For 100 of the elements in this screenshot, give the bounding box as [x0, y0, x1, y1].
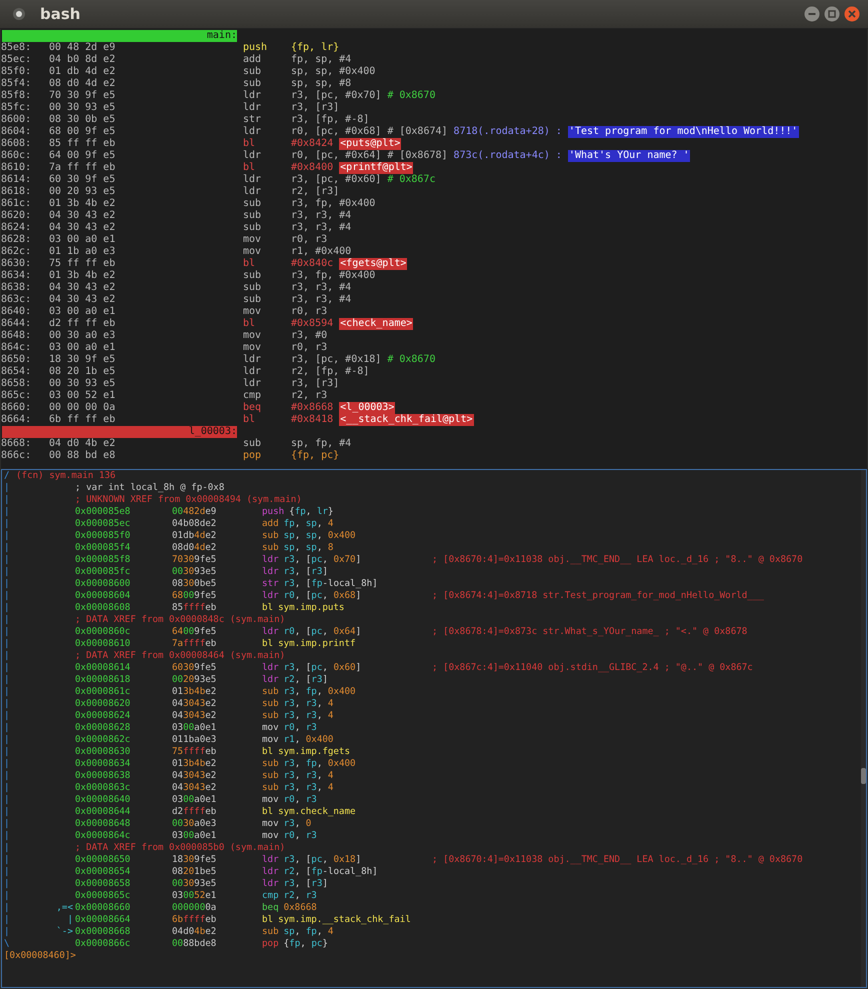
hex-bytes: 002093e5: [172, 674, 218, 686]
operands: #0x8668: [291, 402, 334, 414]
mnemonic: mov: [243, 306, 262, 318]
address-text: 0x00008644: [75, 806, 132, 818]
hex-bytes: 03 00 a0 e1: [49, 234, 116, 246]
operands: r0, [pc, #0x64] # [0x8678]: [291, 150, 448, 162]
jump-arrow: ,=<: [56, 902, 73, 914]
mnemonic: str: [262, 578, 279, 590]
hex-bytes: 04b08de2: [172, 518, 218, 530]
address-text: 862c:: [1, 246, 32, 258]
mnemonic: sub: [262, 758, 279, 770]
mnemonic: sub: [262, 686, 279, 698]
operands: fp, sp, 4: [284, 518, 334, 530]
hex-bytes: 003093e5: [172, 566, 218, 578]
address-text: 0x000085fc: [75, 566, 132, 578]
mnemonic: sub: [243, 66, 262, 78]
address-text: 0x00008614: [75, 662, 132, 674]
hex-bytes: 70 30 9f e5: [49, 90, 116, 102]
comment: ; [0x8670:4]=0x11038 obj.__TMC_END__ LEA loc._d_16 ; "8.." @ 0x8670: [432, 854, 803, 866]
mnemonic: sub: [243, 78, 262, 90]
address-text: 8618:: [1, 186, 32, 198]
hex-bytes: 7affffeb: [172, 638, 218, 650]
operands: r3, [r3]: [291, 102, 340, 114]
terminal-icon: [12, 7, 26, 21]
gutter-line: |: [3, 602, 11, 614]
mnemonic: bl: [243, 258, 256, 270]
mnemonic: bl: [262, 746, 274, 758]
operands: r2, r3: [284, 890, 317, 902]
address-text: 0x0000863c: [75, 782, 132, 794]
gutter-line: |: [3, 614, 11, 626]
address-text: 85f0:: [1, 66, 32, 78]
operands: r0, r3: [291, 306, 328, 318]
mnemonic: ldr: [262, 662, 279, 674]
hex-bytes: 04 b0 8d e2: [49, 54, 116, 66]
gutter-line: |: [3, 830, 11, 842]
operands: #0x8594: [291, 318, 334, 330]
mnemonic: sub: [262, 530, 279, 542]
address-text: 0x0000860c: [75, 626, 132, 638]
operands: r3, [fp, #-8]: [291, 114, 370, 126]
operands: r3, [r3]: [284, 878, 328, 890]
hex-bytes: 03 00 52 e1: [49, 390, 116, 402]
hex-bytes: 04 30 43 e2: [49, 294, 116, 306]
operands: r3, [pc, 0x18]: [284, 854, 362, 866]
minimize-icon[interactable]: [804, 6, 820, 22]
operands: sp, fp, #4: [291, 438, 352, 450]
symbol-tag: <check_name>: [339, 318, 414, 330]
gutter-line: |: [3, 542, 11, 554]
gutter-line: |: [3, 578, 11, 590]
comment: ; DATA XREF from 0x0000848c (sym.main): [75, 614, 286, 626]
operands: r0, [pc, #0x68] # [0x8674]: [291, 126, 448, 138]
hex-bytes: 011ba0e3: [172, 734, 218, 746]
operands: r2, r3: [291, 390, 328, 402]
mnemonic: ldr: [262, 854, 279, 866]
scrollbar-thumb[interactable]: [861, 768, 866, 784]
mnemonic: mov: [243, 246, 262, 258]
operands: r0, r3: [284, 830, 317, 842]
mnemonic: ldr: [262, 554, 279, 566]
command-prompt[interactable]: [0x00008460]>: [2, 950, 76, 962]
hex-bytes: 08 20 1b e5: [49, 366, 116, 378]
maximize-icon[interactable]: [824, 6, 840, 22]
data-reference: 8718(.rodata+28) :: [454, 126, 562, 138]
operands: sym.imp.puts: [278, 602, 344, 614]
comment: ; [0x8678:4]=0x873c str.What_s_YOur_name_ ; "<." @ 0x8678: [432, 626, 748, 638]
address-text: 0x00008654: [75, 866, 132, 878]
address-text: 8628:: [1, 234, 32, 246]
address-text: 0x00008600: [75, 578, 132, 590]
gutter-line: |: [3, 818, 11, 830]
address-text: 85f4:: [1, 78, 32, 90]
hex-bytes: 01 db 4d e2: [49, 66, 116, 78]
operands: sp, sp, 8: [284, 542, 334, 554]
mnemonic: bl: [243, 138, 256, 150]
address-text: 0x00008630: [75, 746, 132, 758]
hex-bytes: 04d04be2: [172, 926, 218, 938]
mnemonic: mov: [262, 734, 279, 746]
comment: ; DATA XREF from 0x000085b0 (sym.main): [75, 842, 286, 854]
gutter-line: |: [3, 842, 11, 854]
mnemonic: sub: [243, 270, 262, 282]
operands: r0, r3: [284, 722, 317, 734]
hex-bytes: 043043e2: [172, 770, 218, 782]
mnemonic: cmp: [262, 890, 279, 902]
address-text: 0x00008658: [75, 878, 132, 890]
address-text: 0x00008638: [75, 770, 132, 782]
close-icon[interactable]: [844, 6, 860, 22]
function-header: (fcn) sym.main 136: [16, 470, 116, 482]
mnemonic: sub: [262, 698, 279, 710]
mnemonic: pop: [243, 450, 262, 462]
address-text: 863c:: [1, 294, 32, 306]
operands: r3, r3, 4: [284, 698, 334, 710]
mnemonic: bl: [243, 318, 256, 330]
address-text: 0x00008620: [75, 698, 132, 710]
hex-bytes: 18 30 9f e5: [49, 354, 116, 366]
address-text: 85f8:: [1, 90, 32, 102]
scrollbar[interactable]: [861, 470, 866, 987]
address-text: 0x00008628: [75, 722, 132, 734]
hex-bytes: 08 d0 4d e2: [49, 78, 116, 90]
hex-bytes: 01 1b a0 e3: [49, 246, 116, 258]
hex-bytes: 00482de9: [172, 506, 218, 518]
operands: {fp, pc}: [291, 450, 340, 462]
hex-bytes: 68 00 9f e5: [49, 126, 116, 138]
comment: ; var int local_8h @ fp-0x8: [75, 482, 224, 494]
